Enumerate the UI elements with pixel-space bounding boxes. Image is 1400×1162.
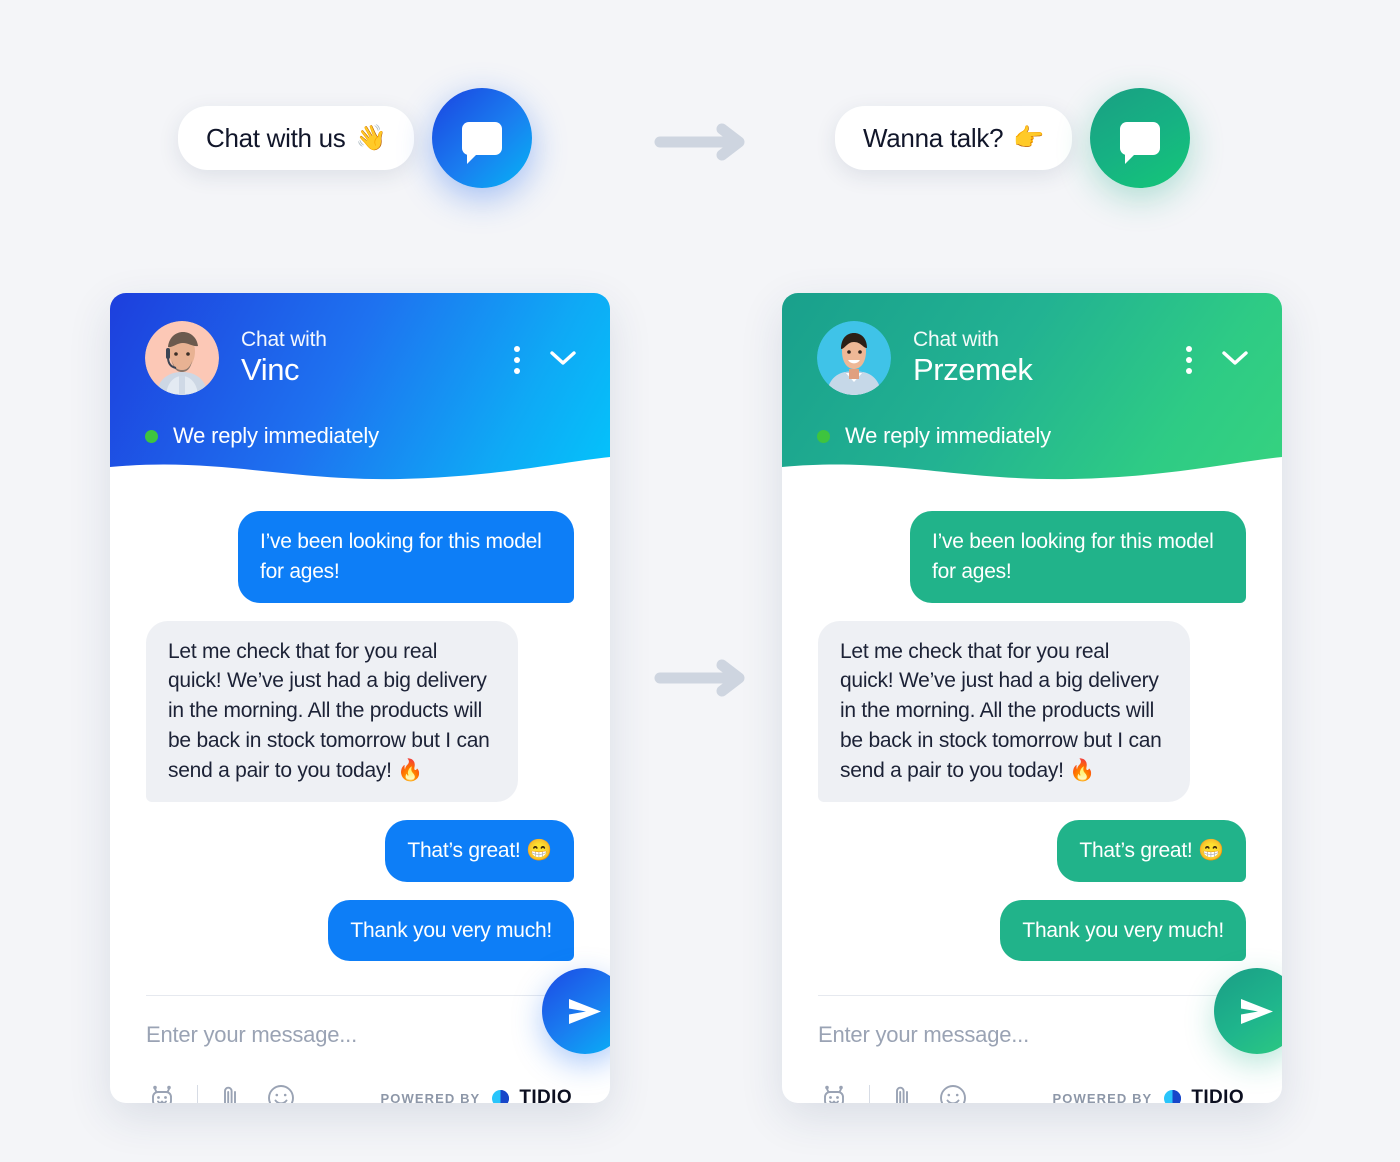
message-bubble: That’s great! 😁	[1057, 819, 1246, 882]
launcher-pill-text: Wanna talk?	[863, 122, 1004, 153]
tidio-logo-icon	[1161, 1087, 1184, 1103]
toolbar-divider	[197, 1085, 198, 1103]
launcher-pill-blue[interactable]: Chat with us 👋	[178, 106, 415, 170]
launcher-row: Chat with us 👋 Wanna talk? 👉	[0, 0, 1400, 260]
launcher-green: Wanna talk? 👉	[835, 88, 1191, 188]
message-bubble: Let me check that for you real quick! We…	[146, 620, 518, 802]
agent-name: Przemek	[913, 352, 1033, 388]
launcher-button-blue[interactable]	[432, 88, 533, 188]
header-actions	[514, 342, 586, 374]
online-status-dot	[817, 429, 830, 443]
widget-header: Chat with Przemek We reply immediately	[782, 293, 1282, 493]
chat-bubble-icon	[462, 121, 503, 164]
flow-arrow-middle	[654, 658, 750, 698]
launcher-pill-green[interactable]: Wanna talk? 👉	[835, 106, 1073, 170]
message-input[interactable]: Enter your message...	[818, 1022, 1246, 1048]
paperclip-icon[interactable]	[217, 1083, 243, 1103]
chat-widget-vinc: Chat with Vinc We reply immediately I’ve…	[110, 293, 610, 1103]
send-icon	[1241, 998, 1273, 1024]
status-text: We reply immediately	[173, 423, 379, 448]
kebab-menu-icon[interactable]	[1186, 346, 1192, 374]
online-status-dot	[145, 429, 158, 443]
header-wave-divider	[782, 457, 1282, 493]
header-top-row: Chat with Przemek	[782, 293, 1282, 395]
tidio-brand-text: TIDIO	[1191, 1087, 1244, 1103]
flow-arrow-top	[654, 122, 750, 162]
composer: Enter your message... POWERED BY TIDIO	[110, 968, 610, 1103]
chevron-down-icon[interactable]	[548, 349, 578, 372]
chat-bubble-icon	[1120, 121, 1161, 164]
tidio-logo-icon	[489, 1087, 512, 1103]
chat-with-label: Chat with	[241, 327, 327, 351]
widget-header: Chat with Vinc We reply immediately	[110, 293, 610, 493]
message-list: I’ve been looking for this model for age…	[782, 493, 1282, 979]
tidio-brand-text: TIDIO	[519, 1087, 572, 1103]
launcher-pill-text: Chat with us	[206, 122, 346, 153]
waving-hand-emoji: 👋	[355, 123, 387, 152]
composer-toolbar: POWERED BY TIDIO	[818, 1082, 1246, 1103]
message-list: I’ve been looking for this model for age…	[110, 493, 610, 979]
emoji-icon[interactable]	[939, 1084, 967, 1103]
header-actions	[1186, 342, 1258, 374]
powered-by-text: POWERED BY	[380, 1090, 481, 1103]
bot-icon[interactable]	[146, 1082, 178, 1103]
message-bubble: Thank you very much!	[1000, 899, 1246, 962]
message-bubble: Let me check that for you real quick! We…	[818, 620, 1190, 802]
powered-by-text: POWERED BY	[1052, 1090, 1153, 1103]
toolbar-divider	[869, 1085, 870, 1103]
avatar-vinc	[145, 321, 219, 395]
chat-widget-przemek: Chat with Przemek We reply immediately I…	[782, 293, 1282, 1103]
status-row: We reply immediately	[782, 395, 1282, 449]
header-title-block: Chat with Vinc	[241, 328, 327, 388]
launcher-button-green[interactable]	[1090, 88, 1191, 188]
bot-icon[interactable]	[818, 1082, 850, 1103]
kebab-menu-icon[interactable]	[514, 346, 520, 374]
launcher-blue: Chat with us 👋	[178, 88, 533, 188]
message-bubble: I’ve been looking for this model for age…	[910, 511, 1246, 603]
status-text: We reply immediately	[845, 423, 1051, 448]
send-icon	[569, 998, 601, 1024]
chevron-down-icon[interactable]	[1220, 349, 1250, 372]
message-bubble: That’s great! 😁	[385, 819, 574, 882]
composer: Enter your message... POWERED BY TIDIO	[782, 968, 1282, 1103]
message-bubble: I’ve been looking for this model for age…	[238, 511, 574, 603]
powered-by: POWERED BY TIDIO	[1052, 1087, 1246, 1103]
status-row: We reply immediately	[110, 395, 610, 449]
pointing-right-emoji: 👉	[1013, 123, 1045, 152]
emoji-icon[interactable]	[267, 1084, 295, 1103]
message-input[interactable]: Enter your message...	[146, 1022, 574, 1048]
composer-toolbar: POWERED BY TIDIO	[146, 1082, 574, 1103]
header-top-row: Chat with Vinc	[110, 293, 610, 395]
avatar-przemek	[817, 321, 891, 395]
chat-with-label: Chat with	[913, 327, 999, 351]
header-wave-divider	[110, 457, 610, 493]
message-bubble: Thank you very much!	[328, 899, 574, 962]
powered-by: POWERED BY TIDIO	[380, 1087, 574, 1103]
agent-name: Vinc	[241, 352, 300, 388]
header-title-block: Chat with Przemek	[913, 328, 1033, 388]
paperclip-icon[interactable]	[889, 1083, 915, 1103]
